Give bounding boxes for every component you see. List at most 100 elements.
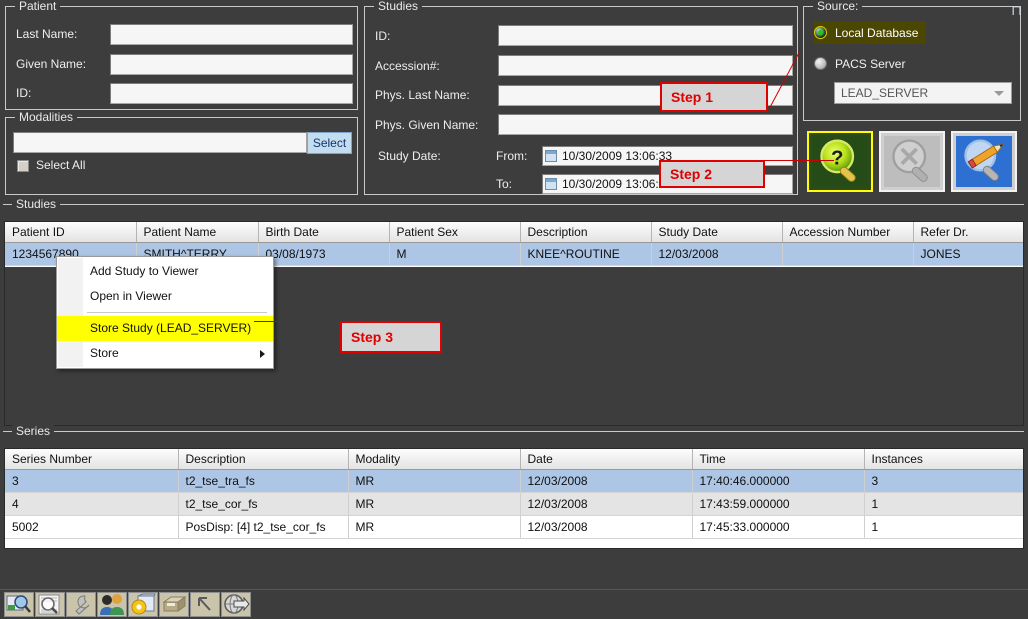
modalities-group-title: Modalities (15, 110, 77, 124)
patient-last-name-label: Last Name: (16, 27, 77, 41)
wrench-icon (67, 593, 95, 616)
toolbar-button-magnifier-document[interactable] (35, 592, 65, 617)
step2-leader-line (764, 160, 834, 161)
studies-col-patient-id[interactable]: Patient ID (5, 222, 136, 243)
series-col-series-number[interactable]: Series Number (5, 449, 178, 470)
studies-col-accession-number[interactable]: Accession Number (782, 222, 913, 243)
archive-box-icon (160, 593, 188, 616)
step2-callout: Step 2 (659, 160, 765, 188)
toolbar-button-wrench[interactable] (66, 592, 96, 617)
study-id-input[interactable] (498, 25, 793, 46)
studies-col-patient-name[interactable]: Patient Name (136, 222, 258, 243)
edit-query-button[interactable] (951, 131, 1017, 192)
source-option-pacs-server-label: PACS Server (835, 57, 905, 71)
cell-refer-dr: JONES (913, 243, 1024, 266)
series-col-modality[interactable]: Modality (348, 449, 520, 470)
cell-modality: MR (348, 516, 520, 539)
source-option-local-database-label: Local Database (835, 26, 918, 40)
patient-id-input[interactable] (110, 83, 353, 104)
arrow-cursor-icon (191, 593, 219, 616)
menu-item-store-label: Store (90, 346, 119, 360)
menu-item-store[interactable]: Store (57, 341, 273, 366)
patient-given-name-label: Given Name: (16, 57, 86, 71)
cell-series-number: 5002 (5, 516, 178, 539)
studies-col-birth-date[interactable]: Birth Date (258, 222, 389, 243)
select-all-label: Select All (36, 158, 85, 172)
toolbar-button-users[interactable] (97, 592, 127, 617)
step3-callout: Step 3 (340, 321, 442, 353)
cell-date: 12/03/2008 (520, 470, 692, 493)
source-option-local-database[interactable]: Local Database (814, 21, 926, 44)
users-icon (98, 593, 126, 616)
patient-group: Patient Last Name: Given Name: ID: (5, 6, 358, 110)
radio-off-icon (814, 57, 827, 70)
studies-col-description[interactable]: Description (520, 222, 651, 243)
studies-col-patient-sex[interactable]: Patient Sex (389, 222, 520, 243)
toolbar-button-gear-folder[interactable] (128, 592, 158, 617)
study-date-from-label: From: (496, 149, 527, 163)
modalities-select-button[interactable]: Select (307, 132, 352, 154)
pin-icon[interactable]: ⊓ (1011, 3, 1022, 17)
cell-series-number: 4 (5, 493, 178, 516)
clear-query-button[interactable] (879, 131, 945, 192)
study-id-label: ID: (375, 29, 390, 43)
studies-query-group-title: Studies (374, 0, 422, 13)
step3-leader-line (254, 321, 340, 322)
phys-given-name-input[interactable] (498, 114, 793, 135)
patient-search-icon (5, 593, 33, 616)
patient-given-name-input[interactable] (110, 54, 353, 75)
table-row[interactable]: 4 t2_tse_cor_fs MR 12/03/2008 17:43:59.0… (5, 493, 1024, 516)
cell-time: 17:43:59.000000 (692, 493, 864, 516)
studies-col-study-date[interactable]: Study Date (651, 222, 782, 243)
menu-item-store-study-lead-server[interactable]: Store Study (LEAD_SERVER) (57, 316, 273, 341)
radio-on-icon (814, 26, 827, 39)
cell-instances: 3 (864, 470, 1024, 493)
menu-item-open-in-viewer[interactable]: Open in Viewer (57, 284, 273, 309)
bottom-toolbar (0, 589, 1028, 619)
toolbar-button-arrow-cursor[interactable] (190, 592, 220, 617)
patient-group-title: Patient (15, 0, 60, 13)
patient-last-name-input[interactable] (110, 24, 353, 45)
query-button[interactable]: ? (807, 131, 873, 192)
toolbar-button-patient-search[interactable] (4, 592, 34, 617)
step1-callout: Step 1 (660, 82, 768, 112)
globe-arrow-icon (222, 593, 250, 616)
series-grid[interactable]: Series Number Description Modality Date … (4, 448, 1024, 549)
studies-col-refer-dr[interactable]: Refer Dr. (913, 222, 1024, 243)
gear-folder-icon (129, 593, 157, 616)
series-col-description[interactable]: Description (178, 449, 348, 470)
accession-input[interactable] (498, 55, 793, 76)
chevron-down-icon (994, 91, 1004, 96)
cell-description: t2_tse_cor_fs (178, 493, 348, 516)
series-group-title: Series (12, 424, 54, 438)
cell-time: 17:45:33.000000 (692, 516, 864, 539)
dicom-query-window: Patient Last Name: Given Name: ID: Modal… (0, 0, 1028, 619)
studies-table-header-row: Patient ID Patient Name Birth Date Patie… (5, 222, 1024, 243)
cell-modality: MR (348, 493, 520, 516)
modalities-input[interactable] (13, 132, 307, 153)
magnifier-cancel-icon (884, 136, 940, 187)
magnifier-document-icon (36, 593, 64, 616)
toolbar-button-globe-arrow[interactable] (221, 592, 251, 617)
study-date-from-value: 10/30/2009 13:06:33 (562, 147, 672, 165)
menu-item-store-study-lead-server-label: Store Study (LEAD_SERVER) (90, 321, 251, 335)
pacs-server-combo[interactable]: LEAD_SERVER (834, 82, 1012, 104)
series-col-time[interactable]: Time (692, 449, 864, 470)
calendar-icon (545, 178, 557, 190)
table-row[interactable]: 5002 PosDisp: [4] t2_tse_cor_fs MR 12/03… (5, 516, 1024, 539)
series-col-date[interactable]: Date (520, 449, 692, 470)
source-group: Source: Local Database PACS Server LEAD_… (803, 6, 1021, 121)
study-date-to-value: 10/30/2009 13:06:33 (562, 175, 672, 193)
select-all-checkbox[interactable] (17, 160, 29, 172)
svg-text:?: ? (831, 148, 843, 170)
study-context-menu[interactable]: Add Study to Viewer Open in Viewer Store… (56, 256, 274, 369)
source-group-title: Source: (813, 0, 862, 13)
toolbar-button-archive-box[interactable] (159, 592, 189, 617)
pacs-server-combo-value: LEAD_SERVER (841, 86, 928, 100)
modalities-group: Modalities Select Select All (5, 117, 358, 195)
magnifier-question-icon: ? (812, 136, 868, 187)
table-row[interactable]: 3 t2_tse_tra_fs MR 12/03/2008 17:40:46.0… (5, 470, 1024, 493)
source-option-pacs-server[interactable]: PACS Server (814, 52, 905, 75)
series-col-instances[interactable]: Instances (864, 449, 1024, 470)
menu-item-add-study-to-viewer[interactable]: Add Study to Viewer (57, 259, 273, 284)
